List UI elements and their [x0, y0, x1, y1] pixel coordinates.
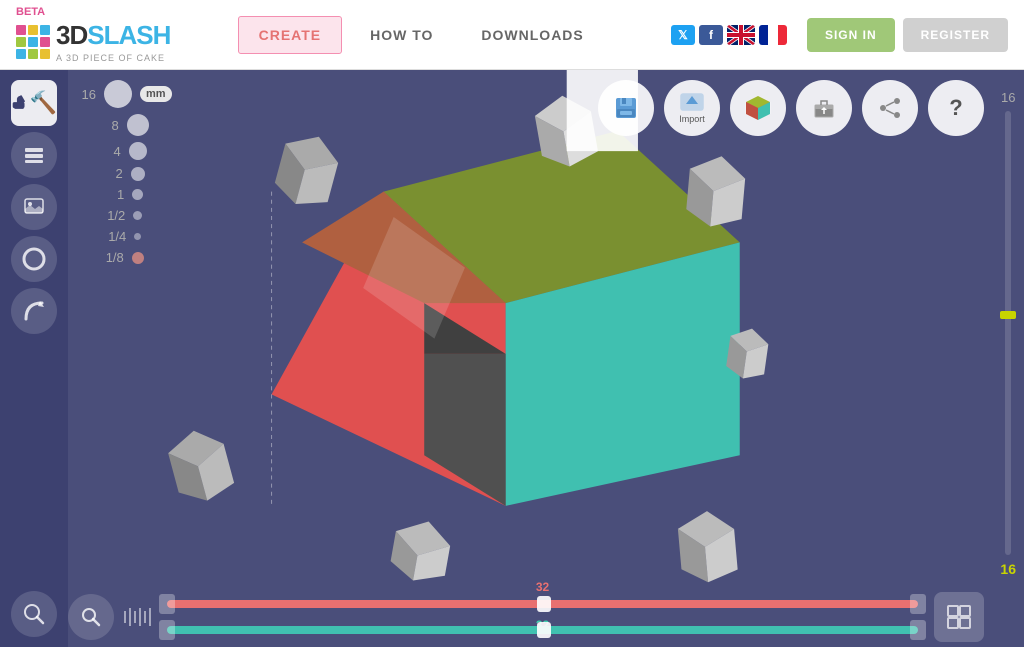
size-quarter-dot[interactable] [134, 233, 141, 240]
size-eighth-row[interactable]: 1/8 [96, 250, 144, 265]
save-button[interactable] [598, 80, 654, 136]
size-eighth-dot[interactable] [132, 252, 144, 264]
twitter-icon[interactable]: 𝕏 [671, 25, 695, 45]
nav: CREATE HOW TO DOWNLOADS [238, 16, 604, 54]
size-half-label: 1/2 [97, 208, 125, 223]
size-2-label: 2 [95, 166, 123, 181]
size-quarter-label: 1/4 [98, 229, 126, 244]
scene [68, 70, 984, 587]
red-slider-row: 32 [167, 594, 918, 614]
social-icons: 𝕏 f [671, 25, 787, 45]
size-8-row[interactable]: 8 [91, 114, 149, 136]
left-toolbar: 🔨 [0, 70, 68, 647]
fr-flag-icon[interactable] [759, 25, 787, 45]
expand-button[interactable] [934, 592, 984, 642]
red-slider-right-cap [910, 594, 926, 614]
size-16-row[interactable]: 16 mm [68, 80, 172, 108]
size-16-dot[interactable] [104, 80, 132, 108]
teal-slider-row: 32 [167, 620, 918, 640]
ruler-track[interactable] [1005, 111, 1011, 555]
export-button[interactable] [796, 80, 852, 136]
zoom-mark-3 [134, 611, 136, 623]
size-8-label: 8 [91, 118, 119, 133]
circle-tool[interactable] [11, 236, 57, 282]
size-4-dot[interactable] [129, 142, 147, 160]
scene-svg [68, 70, 984, 587]
size-half-dot[interactable] [133, 211, 142, 220]
size-16-label: 16 [68, 87, 96, 102]
zoom-tool[interactable] [11, 591, 57, 637]
hammer-tool[interactable]: 🔨 [11, 80, 57, 126]
size-1-dot[interactable] [132, 189, 143, 200]
sliders-area: 32 32 [167, 594, 918, 640]
curve-tool[interactable] [11, 288, 57, 334]
size-4-label: 4 [93, 144, 121, 159]
size-half-row[interactable]: 1/2 [97, 208, 142, 223]
right-ruler: 16 16 [1000, 90, 1016, 577]
cube-icon-button[interactable] [730, 80, 786, 136]
zoom-mark-4 [139, 608, 141, 626]
teal-slider-handle[interactable] [537, 622, 551, 638]
mm-badge: mm [140, 86, 172, 102]
zoom-mark-1 [124, 611, 126, 623]
layers-tool[interactable] [11, 132, 57, 178]
image-tool[interactable] [11, 184, 57, 230]
facebook-icon[interactable]: f [699, 25, 723, 45]
red-slider-handle[interactable] [537, 596, 551, 612]
tagline: A 3D PIECE OF CAKE [56, 53, 170, 63]
sign-in-button[interactable]: SIGN IN [807, 18, 895, 52]
beta-label: BETA [16, 6, 45, 18]
bottom-bar: 32 32 [68, 587, 984, 647]
header: BETA 3DSLASH A 3D PIECE OF CAKE CREATE H… [0, 0, 1024, 70]
ruler-value: 16 [1000, 561, 1016, 577]
zoom-mark-6 [149, 608, 151, 626]
red-slider-track[interactable] [167, 600, 918, 608]
top-toolbar: Import [598, 80, 984, 136]
howto-nav-button[interactable]: HOW TO [350, 17, 453, 53]
create-nav-button[interactable]: CREATE [238, 16, 343, 54]
ruler-top-label: 16 [1001, 90, 1015, 105]
zoom-slider[interactable] [124, 608, 151, 626]
main-area: 🔨 [0, 70, 1024, 647]
size-panel: 16 mm 8 4 2 1 1/2 1/4 [68, 80, 172, 265]
uk-flag-icon[interactable] [727, 25, 755, 45]
logo-row: 3DSLASH A 3D PIECE OF CAKE [16, 20, 170, 63]
size-4-row[interactable]: 4 [93, 142, 147, 160]
red-slider-left-cap [159, 594, 175, 614]
teal-slider-right-cap [910, 620, 926, 640]
size-quarter-row[interactable]: 1/4 [98, 229, 141, 244]
size-eighth-label: 1/8 [96, 250, 124, 265]
downloads-nav-button[interactable]: DOWNLOADS [461, 17, 603, 53]
import-label: Import [679, 114, 705, 124]
size-2-row[interactable]: 2 [95, 166, 145, 181]
size-1-label: 1 [96, 187, 124, 202]
logo-area: BETA 3DSLASH A 3D PIECE OF CAKE [16, 6, 170, 63]
teal-slider-left-cap [159, 620, 175, 640]
zoom-mark-5 [144, 611, 146, 623]
auth-area: SIGN IN REGISTER [807, 18, 1008, 52]
size-1-row[interactable]: 1 [96, 187, 143, 202]
logo-grid [16, 25, 50, 59]
red-slider-label: 32 [536, 580, 549, 594]
size-2-dot[interactable] [131, 167, 145, 181]
register-button[interactable]: REGISTER [903, 18, 1008, 52]
ruler-handle[interactable] [1000, 311, 1016, 319]
logo-text: 3DSLASH [56, 20, 170, 51]
teal-slider-track[interactable] [167, 626, 918, 634]
zoom-search-button[interactable] [68, 594, 114, 640]
help-button[interactable]: ? [928, 80, 984, 136]
size-8-dot[interactable] [127, 114, 149, 136]
zoom-mark-2 [129, 608, 131, 626]
share-button[interactable] [862, 80, 918, 136]
import-button[interactable]: Import [664, 80, 720, 136]
